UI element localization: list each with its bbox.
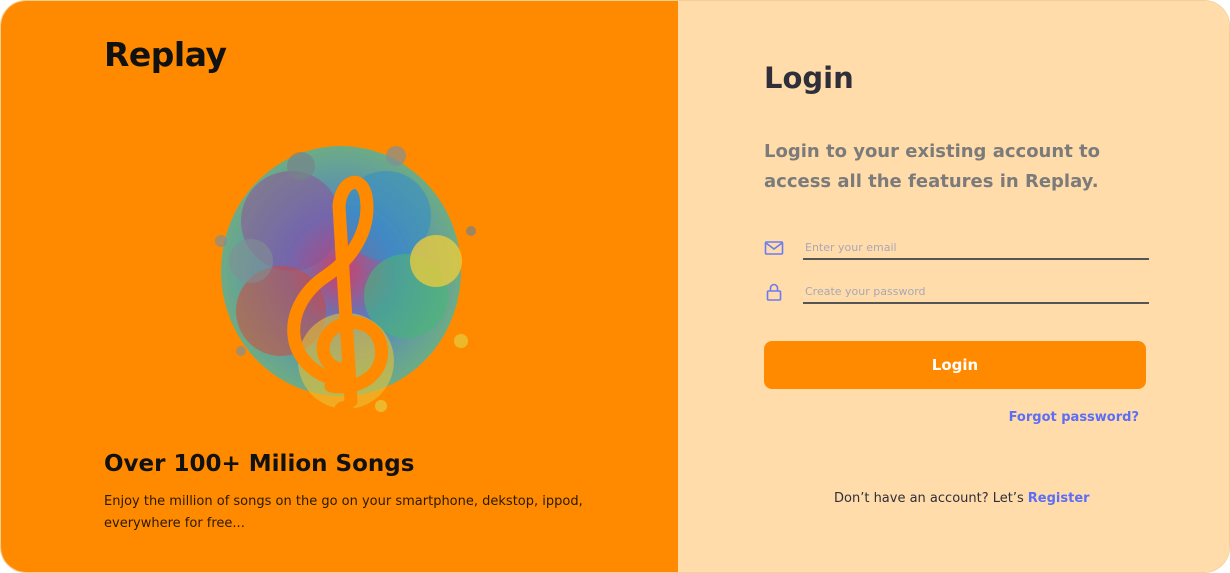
login-panel: Login Login to your existing account to … [678, 1, 1229, 572]
email-field [764, 236, 1149, 262]
register-link[interactable]: Register [1028, 491, 1090, 506]
password-field [764, 280, 1149, 306]
promo-panel: Replay Over 100+ Milion Songs Enjoy the … [1, 1, 678, 572]
login-card: Replay Over 100+ Milion Songs Enjoy the … [0, 0, 1230, 573]
password-input[interactable] [803, 280, 1149, 304]
music-note-icon [215, 146, 476, 421]
mail-icon [764, 241, 784, 255]
email-input[interactable] [803, 236, 1149, 260]
register-prompt-text: Don’t have an account? Let’s [834, 491, 1024, 506]
login-button[interactable]: Login [764, 341, 1146, 389]
brand-logo: Replay [104, 35, 227, 74]
promo-description: Enjoy the million of songs on the go on … [104, 494, 583, 531]
register-prompt: Don’t have an account? Let’s Register [834, 491, 1090, 506]
forgot-password-link[interactable]: Forgot password? [1009, 410, 1139, 425]
login-subtitle: Login to your existing account to access… [764, 141, 1101, 192]
promo-title: Over 100+ Milion Songs [104, 451, 415, 477]
login-title: Login [764, 61, 854, 95]
lock-icon [766, 283, 782, 301]
